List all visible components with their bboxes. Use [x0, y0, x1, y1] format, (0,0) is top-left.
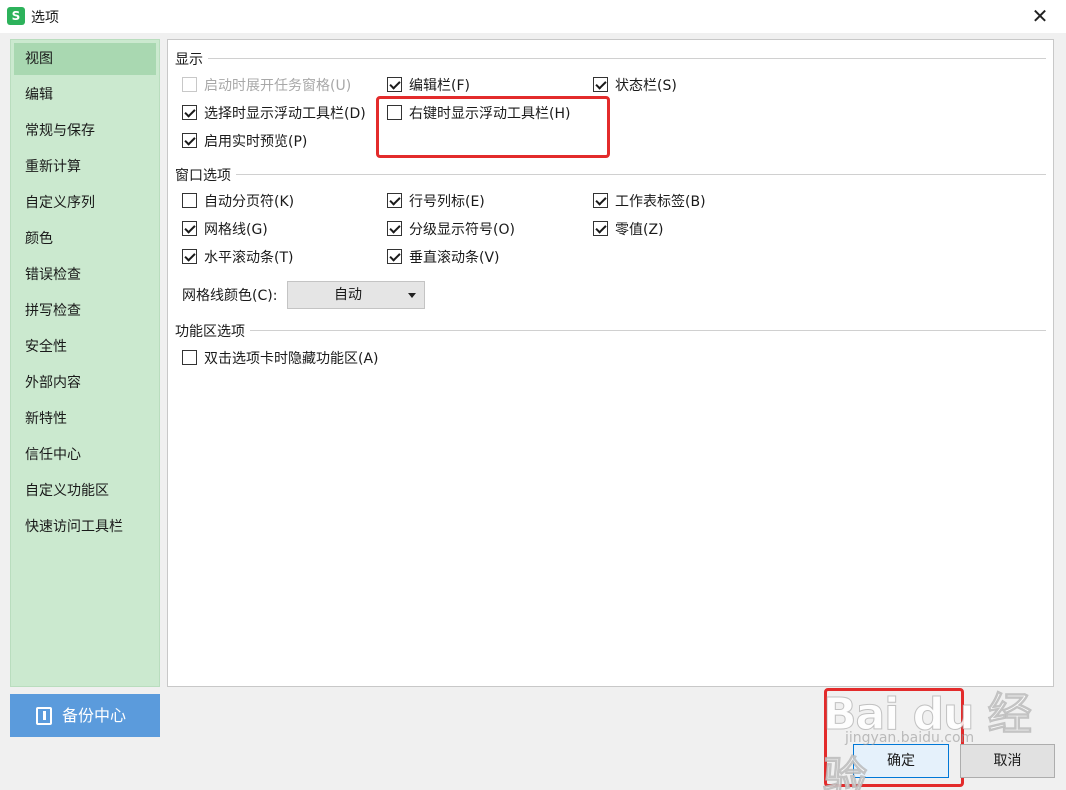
backup-center-label: 备份中心 — [62, 706, 127, 725]
sidebar-item-new-features[interactable]: 新特性 — [14, 403, 156, 435]
option-expand-task-pane[interactable]: 启动时展开任务窗格(U) — [182, 75, 351, 97]
option-float-toolbar-on-right-click[interactable]: 右键时显示浮动工具栏(H) — [387, 103, 570, 125]
gridline-color-select[interactable]: 自动 — [287, 281, 425, 309]
sidebar-item-custom-lists[interactable]: 自定义序列 — [14, 187, 156, 219]
backup-center-button[interactable]: 备份中心 — [10, 694, 160, 737]
option-sheet-tabs[interactable]: 工作表标签(B) — [593, 191, 706, 213]
option-horizontal-scrollbar[interactable]: 水平滚动条(T) — [182, 247, 293, 269]
option-live-preview[interactable]: 启用实时预览(P) — [182, 131, 307, 153]
checkbox — [182, 350, 197, 365]
sidebar-item-general-save[interactable]: 常规与保存 — [14, 115, 156, 147]
sidebar-item-quick-access-toolbar[interactable]: 快速访问工具栏 — [14, 511, 156, 543]
option-formula-bar[interactable]: 编辑栏(F) — [387, 75, 470, 97]
option-float-toolbar-on-select[interactable]: 选择时显示浮动工具栏(D) — [182, 103, 366, 125]
checkbox — [182, 193, 197, 208]
gridline-color-value: 自动 — [334, 287, 362, 303]
checkbox — [387, 249, 402, 264]
checkbox — [593, 221, 608, 236]
sidebar-item-color[interactable]: 颜色 — [14, 223, 156, 255]
sidebar-item-trust-center[interactable]: 信任中心 — [14, 439, 156, 471]
sidebar-item-error-check[interactable]: 错误检查 — [14, 259, 156, 291]
sidebar-item-security[interactable]: 安全性 — [14, 331, 156, 363]
sidebar-item-recalculate[interactable]: 重新计算 — [14, 151, 156, 183]
option-page-breaks[interactable]: 自动分页符(K) — [182, 191, 294, 213]
option-hide-ribbon-on-double-click[interactable]: 双击选项卡时隐藏功能区(A) — [182, 348, 379, 370]
checkbox — [182, 105, 197, 120]
section-title-window-options: 窗口选项 — [175, 168, 231, 184]
option-outline-symbols[interactable]: 分级显示符号(O) — [387, 219, 515, 241]
checkbox — [182, 249, 197, 264]
section-divider — [236, 174, 1046, 175]
option-status-bar[interactable]: 状态栏(S) — [593, 75, 677, 97]
checkbox — [387, 105, 402, 120]
close-icon[interactable]: ✕ — [1028, 4, 1052, 28]
gridline-color-label: 网格线颜色(C): — [182, 288, 278, 304]
checkbox — [387, 221, 402, 236]
cancel-button[interactable]: 取消 — [960, 744, 1055, 778]
section-title-ribbon-options: 功能区选项 — [175, 324, 245, 340]
wps-app-icon: S — [7, 7, 25, 25]
section-title-display: 显示 — [175, 52, 203, 68]
view-options-panel: 显示 启动时展开任务窗格(U) 编辑栏(F) 状态栏(S) 选择时显示浮动工具栏… — [167, 39, 1054, 687]
checkbox — [593, 193, 608, 208]
checkbox — [182, 133, 197, 148]
sidebar-item-spell-check[interactable]: 拼写检查 — [14, 295, 156, 327]
section-divider — [208, 58, 1046, 59]
window-title: 选项 — [31, 10, 59, 26]
option-zero-values[interactable]: 零值(Z) — [593, 219, 664, 241]
ok-button[interactable]: 确定 — [853, 744, 949, 778]
option-vertical-scrollbar[interactable]: 垂直滚动条(V) — [387, 247, 500, 269]
checkbox — [182, 221, 197, 236]
options-sidebar: 视图 编辑 常规与保存 重新计算 自定义序列 颜色 错误检查 拼写检查 安全性 … — [10, 39, 160, 687]
chevron-down-icon — [408, 293, 416, 298]
checkbox — [593, 77, 608, 92]
option-row-col-headers[interactable]: 行号列标(E) — [387, 191, 485, 213]
backup-icon — [36, 707, 52, 725]
title-bar: S 选项 ✕ — [0, 0, 1066, 33]
checkbox — [387, 77, 402, 92]
sidebar-item-edit[interactable]: 编辑 — [14, 79, 156, 111]
section-divider — [250, 330, 1046, 331]
checkbox — [182, 77, 197, 92]
sidebar-item-view[interactable]: 视图 — [14, 43, 156, 75]
option-gridlines[interactable]: 网格线(G) — [182, 219, 268, 241]
checkbox — [387, 193, 402, 208]
sidebar-item-customize-ribbon[interactable]: 自定义功能区 — [14, 475, 156, 507]
sidebar-item-external-content[interactable]: 外部内容 — [14, 367, 156, 399]
